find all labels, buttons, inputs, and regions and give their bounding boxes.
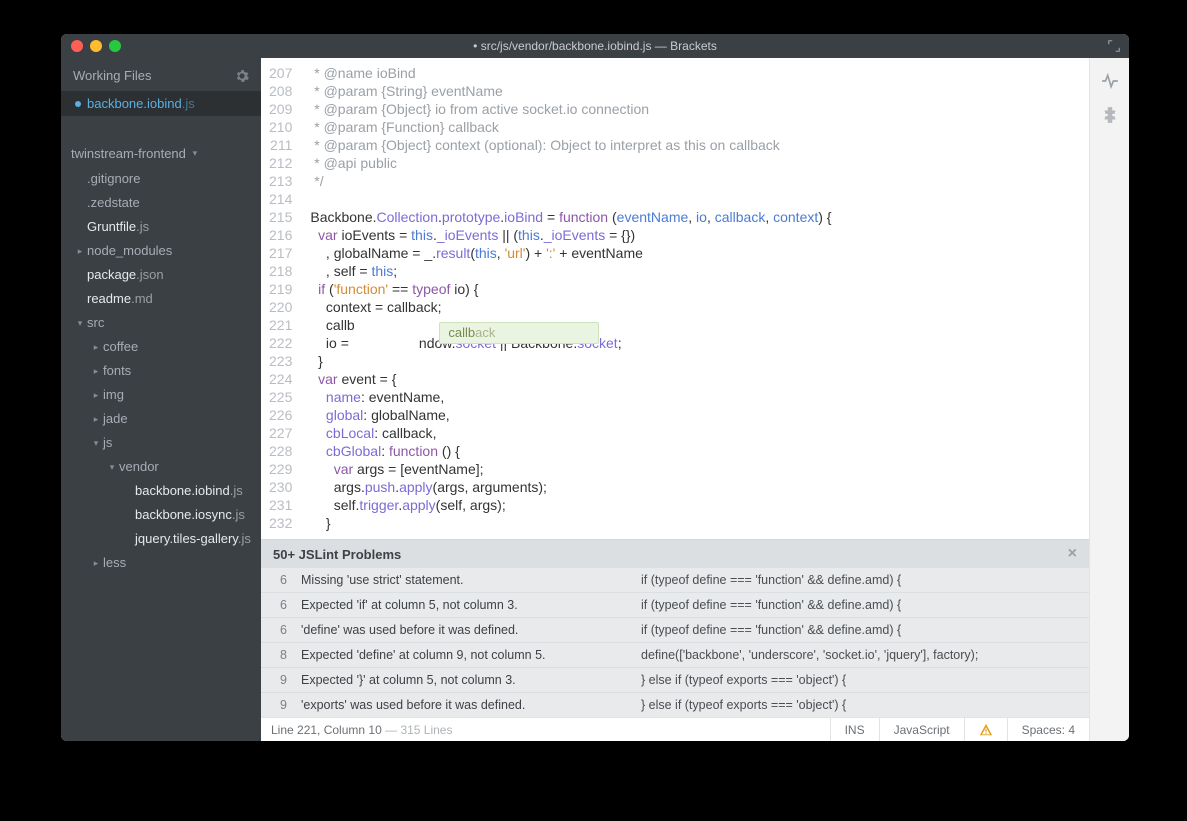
problem-row[interactable]: 6Missing 'use strict' statement.if (type… xyxy=(261,568,1089,593)
fullscreen-icon[interactable] xyxy=(1107,39,1121,53)
file-item[interactable]: backbone.iobind.js xyxy=(61,479,261,503)
file-item[interactable]: readme.md xyxy=(61,287,261,311)
close-icon[interactable] xyxy=(71,40,83,52)
file-item[interactable]: .gitignore xyxy=(61,167,261,191)
file-item[interactable]: package.json xyxy=(61,263,261,287)
file-item[interactable]: backbone.iosync.js xyxy=(61,503,261,527)
statusbar: Line 221, Column 10 — 315 Lines INS Java… xyxy=(261,717,1089,741)
window-title: src/js/vendor/backbone.iobind.js — Brack… xyxy=(61,39,1129,53)
app-window: src/js/vendor/backbone.iobind.js — Brack… xyxy=(61,34,1129,741)
problem-row[interactable]: 9Expected '}' at column 5, not column 3.… xyxy=(261,668,1089,693)
problem-row[interactable]: 8Expected 'define' at column 9, not colu… xyxy=(261,643,1089,668)
working-files-list: backbone.iobind.js xyxy=(61,91,261,116)
file-item[interactable]: .zedstate xyxy=(61,191,261,215)
extension-iconbar xyxy=(1089,58,1129,741)
folder-item[interactable]: ▸less xyxy=(61,551,261,575)
indent-mode[interactable]: Spaces: 4 xyxy=(1007,718,1089,741)
folder-item[interactable]: ▸node_modules xyxy=(61,239,261,263)
gear-icon[interactable] xyxy=(235,69,249,83)
activity-icon[interactable] xyxy=(1101,72,1119,90)
close-icon[interactable]: × xyxy=(1068,545,1077,563)
code-editor[interactable]: 2072082092102112122132142152162172182192… xyxy=(261,58,1089,539)
file-tree: .gitignore.zedstateGruntfile.js▸node_mod… xyxy=(61,167,261,575)
extension-icon[interactable] xyxy=(1101,106,1119,124)
working-file-item[interactable]: backbone.iobind.js xyxy=(61,91,261,116)
modified-dot-icon xyxy=(75,101,81,107)
minimize-icon[interactable] xyxy=(90,40,102,52)
autocomplete-hint[interactable]: callback xyxy=(439,322,599,344)
line-gutter: 2072082092102112122132142152162172182192… xyxy=(261,58,306,539)
disclosure-icon: ▸ xyxy=(91,361,101,381)
disclosure-icon: ▸ xyxy=(91,385,101,405)
disclosure-icon: ▸ xyxy=(91,409,101,429)
titlebar: src/js/vendor/backbone.iobind.js — Brack… xyxy=(61,34,1129,58)
problem-row[interactable]: 6Expected 'if' at column 5, not column 3… xyxy=(261,593,1089,618)
problem-row[interactable]: 9'exports' was used before it was define… xyxy=(261,693,1089,717)
disclosure-icon: ▸ xyxy=(91,337,101,357)
folder-item[interactable]: ▸fonts xyxy=(61,359,261,383)
problem-row[interactable]: 6'define' was used before it was defined… xyxy=(261,618,1089,643)
disclosure-icon: ▸ xyxy=(91,553,101,573)
folder-item[interactable]: ▸img xyxy=(61,383,261,407)
maximize-icon[interactable] xyxy=(109,40,121,52)
sidebar: Working Files backbone.iobind.js twinstr… xyxy=(61,58,261,741)
folder-item[interactable]: ▾src xyxy=(61,311,261,335)
project-selector[interactable]: twinstream-frontend ▾ xyxy=(61,136,261,167)
cursor-position: Line 221, Column 10 — 315 Lines xyxy=(261,723,830,737)
disclosure-icon: ▾ xyxy=(107,457,117,477)
window-controls xyxy=(71,40,121,52)
file-item[interactable]: jquery.tiles-gallery.js xyxy=(61,527,261,551)
disclosure-icon: ▾ xyxy=(91,433,101,453)
file-item[interactable]: Gruntfile.js xyxy=(61,215,261,239)
main-area: 2072082092102112122132142152162172182192… xyxy=(261,58,1089,741)
code-content[interactable]: * @name ioBind * @param {String} eventNa… xyxy=(306,58,1089,539)
warning-icon[interactable] xyxy=(964,718,1007,741)
problems-header: 50+ JSLint Problems × xyxy=(261,540,1089,568)
working-files-header: Working Files xyxy=(61,58,261,91)
folder-item[interactable]: ▸jade xyxy=(61,407,261,431)
language-mode[interactable]: JavaScript xyxy=(879,718,964,741)
disclosure-icon: ▸ xyxy=(75,241,85,261)
folder-item[interactable]: ▾vendor xyxy=(61,455,261,479)
problems-list: 6Missing 'use strict' statement.if (type… xyxy=(261,568,1089,717)
folder-item[interactable]: ▾js xyxy=(61,431,261,455)
folder-item[interactable]: ▸coffee xyxy=(61,335,261,359)
disclosure-icon: ▾ xyxy=(75,313,85,333)
insert-mode[interactable]: INS xyxy=(830,718,879,741)
problems-panel: 50+ JSLint Problems × 6Missing 'use stri… xyxy=(261,539,1089,717)
chevron-down-icon: ▾ xyxy=(190,148,200,159)
